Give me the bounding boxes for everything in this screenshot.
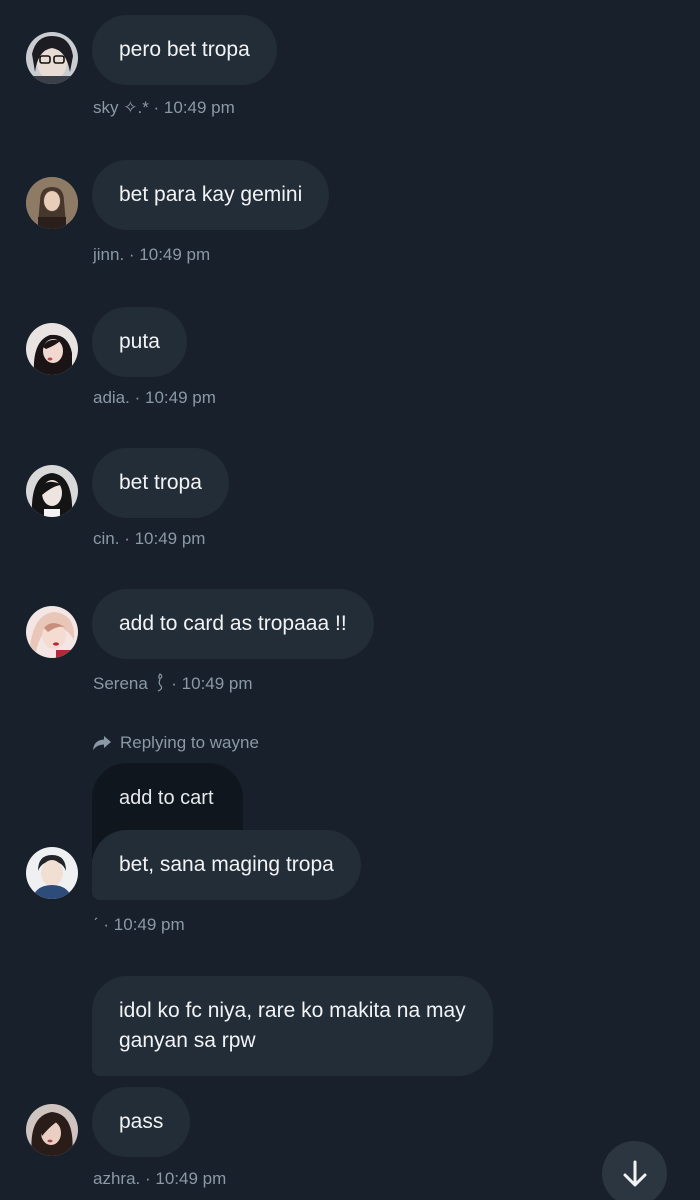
avatar[interactable] <box>26 465 78 517</box>
message-meta: jinn. · 10:49 pm <box>93 245 210 265</box>
message-bubble[interactable]: bet, sana maging tropa <box>92 830 361 900</box>
meta-separator: · <box>140 1169 156 1188</box>
meta-separator: · <box>119 529 135 548</box>
message-bubble[interactable]: add to card as tropaaa !! <box>92 589 374 659</box>
message-text: bet tropa <box>119 471 202 494</box>
reply-arrow-icon <box>93 736 111 750</box>
avatar[interactable] <box>26 323 78 375</box>
message-text-line: ganyan sa rpw <box>119 1029 256 1052</box>
author-name[interactable]: cin. <box>93 529 119 548</box>
message-bubble[interactable]: bet para kay gemini <box>92 160 330 230</box>
reply-label: Replying to wayne <box>120 733 259 752</box>
arrow-down-icon <box>623 1160 646 1186</box>
message-bubble[interactable]: pero bet tropa <box>92 15 277 85</box>
message-text-line: idol ko fc niya, rare ko makita na may <box>119 999 466 1022</box>
message-time: 10:49 pm <box>144 388 216 407</box>
message-text: bet para kay gemini <box>119 183 303 206</box>
message-text: add to card as tropaaa !! <box>119 612 347 635</box>
message-time: 10:49 pm <box>113 915 185 934</box>
message-text: bet, sana maging tropa <box>119 853 334 876</box>
message-meta: adia. · 10:49 pm <box>93 388 216 408</box>
author-name[interactable]: sky ✧.* <box>93 98 149 117</box>
author-name[interactable]: jinn. <box>93 245 124 264</box>
reply-indicator[interactable]: Replying to wayne <box>92 733 259 753</box>
rose-icon <box>157 673 162 692</box>
message-time: 10:49 pm <box>139 245 211 264</box>
author-name[interactable]: adia. <box>93 388 130 407</box>
avatar[interactable] <box>26 177 78 229</box>
message-meta: ˊ · 10:49 pm <box>93 915 185 935</box>
message-meta: azhra. · 10:49 pm <box>93 1169 226 1189</box>
message-text: pero bet tropa <box>119 38 250 61</box>
message-bubble[interactable]: idol ko fc niya, rare ko makita na may g… <box>92 976 493 1076</box>
quoted-text: add to cart <box>119 787 214 809</box>
meta-separator: · <box>166 674 182 693</box>
message-time: 10:49 pm <box>155 1169 227 1188</box>
avatar[interactable] <box>26 32 78 84</box>
author-name[interactable]: Serena <box>93 674 148 693</box>
scroll-to-bottom-button[interactable] <box>602 1141 667 1200</box>
message-meta: Serena · 10:49 pm <box>93 672 253 694</box>
message-bubble[interactable]: pass <box>92 1087 191 1157</box>
chat-thread: pero bet tropa sky ✧.* · 10:49 pm bet pa… <box>0 0 700 1200</box>
message-meta: cin. · 10:49 pm <box>93 529 205 549</box>
meta-separator: · <box>98 915 114 934</box>
message-time: 10:49 pm <box>181 674 253 693</box>
avatar[interactable] <box>26 606 78 658</box>
message-meta: sky ✧.* · 10:49 pm <box>93 98 235 118</box>
author-name[interactable]: azhra. <box>93 1169 140 1188</box>
avatar[interactable] <box>26 1104 78 1156</box>
message-bubble[interactable]: bet tropa <box>92 448 229 518</box>
meta-separator: · <box>124 245 140 264</box>
message-time: 10:49 pm <box>163 98 235 117</box>
avatar[interactable] <box>26 847 78 899</box>
message-bubble[interactable]: puta <box>92 307 187 377</box>
message-text: puta <box>119 330 160 353</box>
message-time: 10:49 pm <box>134 529 206 548</box>
meta-separator: · <box>129 388 145 407</box>
meta-separator: · <box>148 98 164 117</box>
message-text: pass <box>119 1110 164 1133</box>
